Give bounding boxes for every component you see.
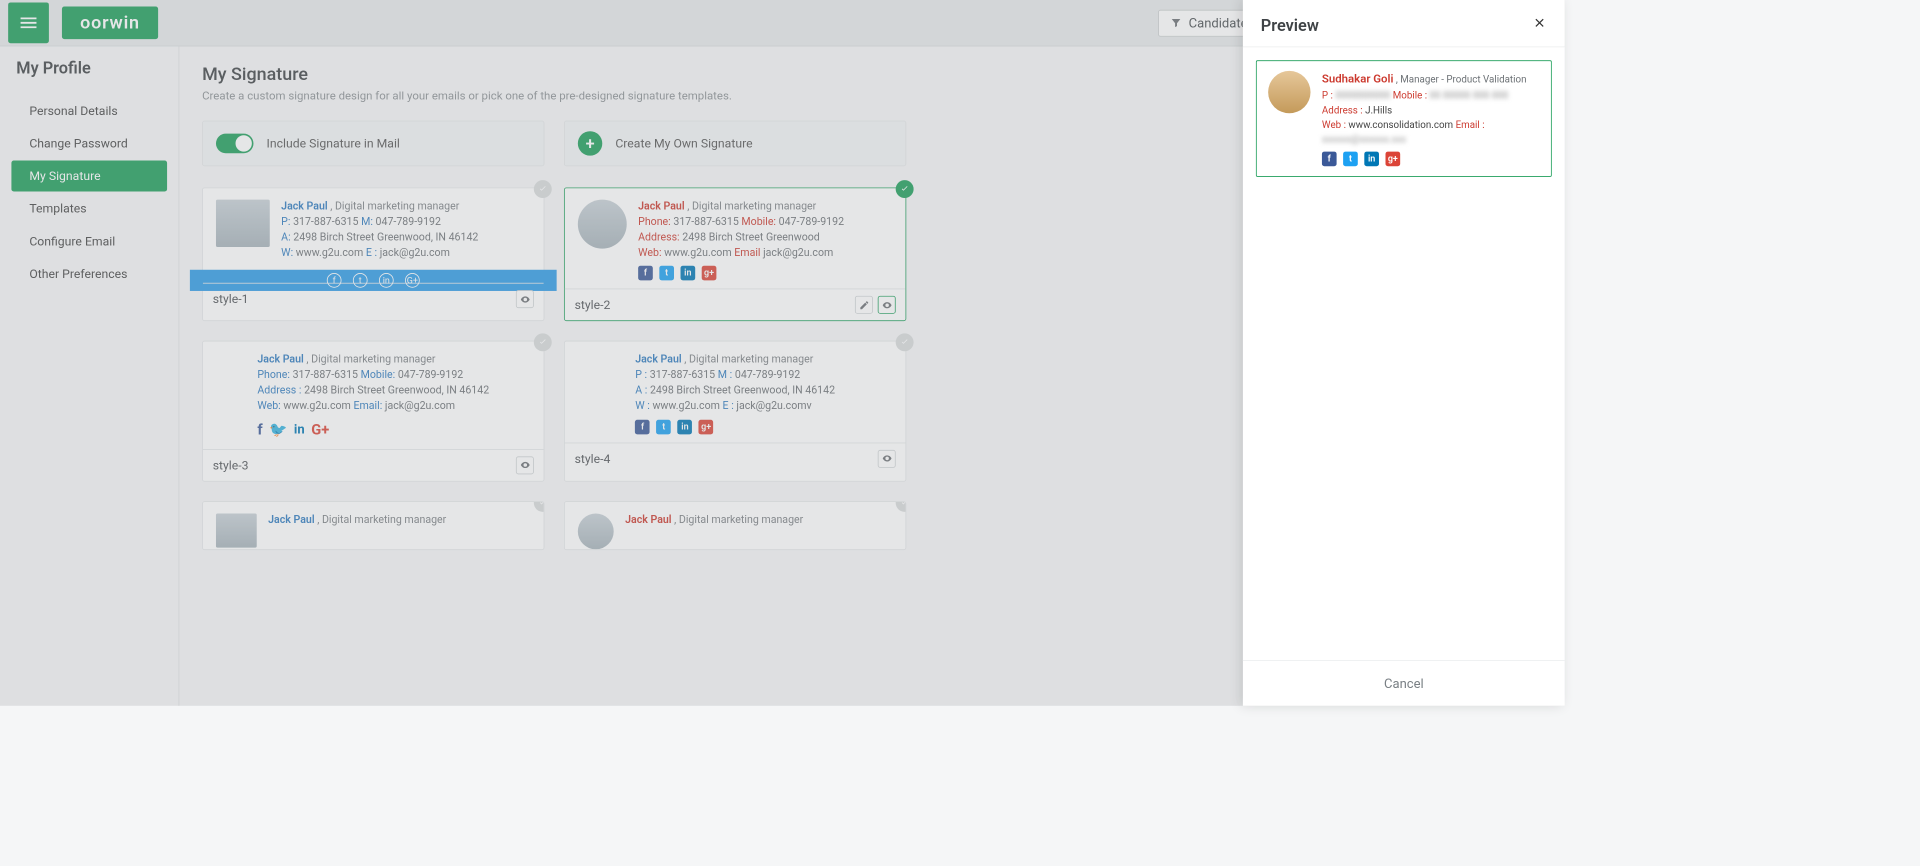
facebook-icon: f — [638, 266, 653, 281]
check-indicator — [534, 334, 552, 352]
sidebar-item-change-password[interactable]: Change Password — [11, 128, 167, 159]
preview-button[interactable] — [878, 296, 896, 314]
sidebar-item-my-signature[interactable]: My Signature — [11, 161, 167, 192]
facebook-icon: f — [257, 420, 262, 441]
linkedin-icon: in — [681, 266, 696, 281]
sidebar-title: My Profile — [0, 58, 178, 94]
menu-button[interactable] — [8, 2, 49, 43]
preview-button[interactable] — [516, 456, 534, 474]
check-indicator — [896, 180, 914, 198]
preview-button[interactable] — [516, 290, 534, 308]
create-own-signature-label: Create My Own Signature — [615, 136, 752, 151]
googleplus-icon: g+ — [1386, 152, 1401, 167]
sidebar-item-other-preferences[interactable]: Other Preferences — [11, 258, 167, 289]
create-own-signature-box[interactable]: + Create My Own Signature — [564, 121, 906, 167]
linkedin-icon: in — [678, 420, 693, 435]
eye-icon — [520, 460, 531, 471]
card-footer-label: style-3 — [213, 458, 249, 473]
twitter-icon: t — [659, 266, 674, 281]
preview-title: Preview — [1261, 15, 1319, 35]
linkedin-icon: in — [1364, 152, 1379, 167]
twitter-icon: t — [1343, 152, 1358, 167]
googleplus-icon: g+ — [702, 266, 717, 281]
eye-icon — [881, 300, 892, 311]
avatar-icon — [578, 513, 614, 549]
signature-content: Jack Paul , Digital marketing manager — [268, 513, 446, 550]
linkedin-icon: in — [294, 420, 305, 441]
signature-card-style-4[interactable]: Jack Paul , Digital marketing manager P … — [564, 341, 906, 482]
card-footer-label: style-2 — [575, 298, 611, 313]
avatar-icon — [578, 200, 627, 249]
close-icon — [1532, 15, 1547, 30]
signature-card-style-2[interactable]: Jack Paul , Digital marketing manager Ph… — [564, 187, 906, 321]
card-footer-label: style-1 — [213, 292, 249, 307]
pencil-icon — [859, 300, 870, 311]
facebook-icon: f — [327, 273, 342, 288]
eye-icon — [881, 453, 892, 464]
sidebar-item-configure-email[interactable]: Configure Email — [11, 226, 167, 257]
signature-card-partial[interactable]: Jack Paul , Digital marketing manager — [202, 501, 544, 550]
sidebar-item-templates[interactable]: Templates — [11, 193, 167, 224]
sidebar-item-personal-details[interactable]: Personal Details — [11, 95, 167, 126]
card-footer-label: style-4 — [575, 451, 611, 466]
facebook-icon: f — [1322, 152, 1337, 167]
signature-content: Jack Paul , Digital marketing manager Ph… — [638, 200, 844, 281]
twitter-icon: t — [353, 273, 368, 288]
include-signature-box: Include Signature in Mail — [202, 121, 544, 167]
preview-button[interactable] — [878, 450, 896, 468]
check-indicator — [896, 334, 914, 352]
sidebar: My Profile Personal Details Change Passw… — [0, 46, 179, 705]
avatar-icon — [216, 513, 257, 547]
signature-content: Jack Paul , Digital marketing manager Ph… — [257, 353, 489, 441]
facebook-icon: f — [635, 420, 650, 435]
avatar-icon — [1268, 71, 1310, 113]
check-indicator — [534, 180, 552, 198]
preview-panel: Preview Sudhakar Goli , Manager - Produc… — [1243, 0, 1565, 706]
logo: oorwin — [62, 7, 158, 40]
signature-card-style-3[interactable]: Jack Paul , Digital marketing manager Ph… — [202, 341, 544, 482]
signature-card-style-1[interactable]: Jack Paul , Digital marketing manager P:… — [202, 187, 544, 321]
edit-button[interactable] — [855, 296, 873, 314]
include-signature-toggle[interactable] — [216, 134, 253, 154]
signature-content: Jack Paul , Digital marketing manager P … — [635, 353, 835, 434]
twitter-icon: 🐦 — [269, 420, 287, 441]
preview-card: Sudhakar Goli , Manager - Product Valida… — [1256, 60, 1552, 177]
close-button[interactable] — [1532, 15, 1547, 35]
avatar-icon — [216, 200, 270, 247]
include-signature-label: Include Signature in Mail — [267, 136, 400, 151]
preview-signature-content: Sudhakar Goli , Manager - Product Valida… — [1322, 71, 1527, 166]
googleplus-icon: G+ — [405, 273, 420, 288]
plus-icon: + — [578, 131, 602, 155]
eye-icon — [520, 294, 531, 305]
hamburger-icon — [18, 12, 39, 33]
signature-card-partial[interactable]: Jack Paul , Digital marketing manager — [564, 501, 906, 550]
linkedin-icon: in — [379, 273, 394, 288]
googleplus-icon: G+ — [311, 420, 329, 441]
twitter-icon: t — [656, 420, 671, 435]
funnel-icon — [1171, 17, 1182, 28]
cancel-button[interactable]: Cancel — [1243, 660, 1565, 706]
googleplus-icon: g+ — [699, 420, 714, 435]
signature-content: Jack Paul , Digital marketing manager P:… — [281, 200, 478, 262]
signature-content: Jack Paul , Digital marketing manager — [625, 513, 803, 550]
